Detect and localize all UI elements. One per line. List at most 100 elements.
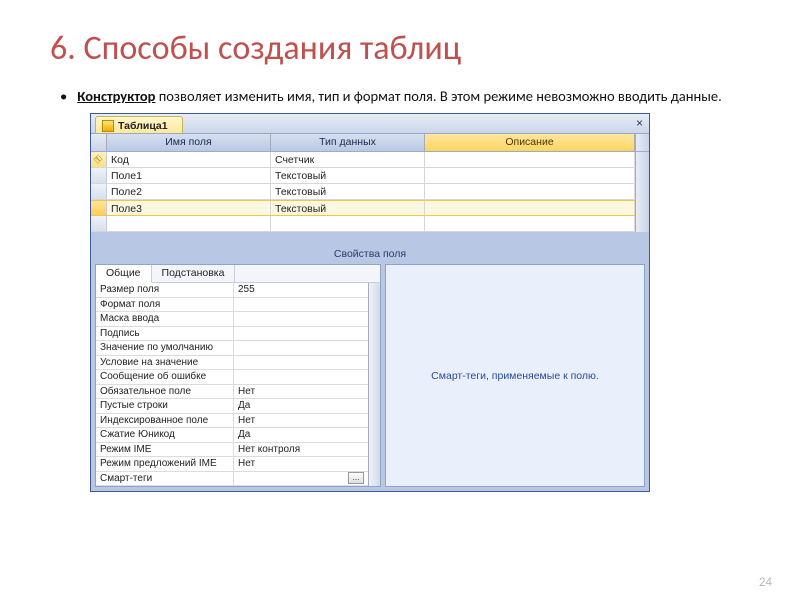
property-name: Режим предложений IME (96, 457, 234, 471)
property-value-text: Нет (238, 386, 255, 397)
grid-scrollbar-head (635, 134, 649, 151)
property-name: Размер поля (96, 283, 234, 297)
property-row[interactable]: Сжатие ЮникодДа (96, 428, 368, 443)
property-value[interactable] (234, 312, 368, 326)
property-value-text: Нет (238, 458, 255, 469)
property-name: Значение по умолчанию (96, 341, 234, 355)
property-row[interactable]: Сообщение об ошибке (96, 370, 368, 385)
property-value-text: Да (238, 400, 250, 411)
properties-caption: Свойства поля (91, 232, 649, 264)
field-name-cell[interactable]: Поле2 (107, 184, 271, 199)
property-row[interactable]: Значение по умолчанию (96, 341, 368, 356)
property-row[interactable]: Условие на значение (96, 356, 368, 371)
property-value[interactable]: ... (234, 472, 368, 486)
property-name: Обязательное поле (96, 385, 234, 399)
property-value[interactable]: Нет (234, 457, 368, 471)
property-name: Подпись (96, 327, 234, 341)
bullet-lead: Конструктор (77, 87, 155, 105)
field-desc-cell[interactable] (425, 201, 635, 215)
table-row[interactable]: ⚿КодСчетчик (91, 152, 635, 168)
table-row[interactable] (91, 216, 635, 232)
field-name-cell[interactable] (107, 216, 271, 231)
field-desc-cell[interactable] (425, 216, 635, 231)
grid-vertical-scrollbar[interactable] (635, 152, 649, 232)
document-tab-bar: Таблица1 × (91, 114, 649, 134)
field-type-cell[interactable]: Текстовый (271, 201, 425, 215)
field-desc-cell[interactable] (425, 184, 635, 199)
table-row[interactable]: Поле3Текстовый (91, 200, 635, 216)
bullet-marker: • (60, 87, 74, 105)
property-row[interactable]: Формат поля (96, 298, 368, 313)
property-row[interactable]: Подпись (96, 327, 368, 342)
property-row[interactable]: Режим IMEНет контроля (96, 443, 368, 458)
property-value[interactable]: Нет (234, 414, 368, 428)
property-value[interactable] (234, 370, 368, 384)
property-name: Пустые строки (96, 399, 234, 413)
primary-key-icon: ⚿ (92, 153, 105, 166)
col-header-name[interactable]: Имя поля (107, 134, 271, 151)
property-value[interactable]: Да (234, 428, 368, 442)
property-value[interactable]: Да (234, 399, 368, 413)
field-type-cell[interactable]: Счетчик (271, 152, 425, 167)
property-value-text: Да (238, 429, 250, 440)
field-design-grid: Имя поля Тип данных Описание ⚿КодСчетчик… (91, 134, 649, 232)
close-icon[interactable]: × (636, 116, 643, 130)
property-value-text: 255 (238, 284, 255, 295)
property-name: Условие на значение (96, 356, 234, 370)
properties-scrollbar[interactable] (368, 283, 380, 486)
property-name: Сообщение об ошибке (96, 370, 234, 384)
field-properties-pane: Общие Подстановка Размер поля 255 Формат п… (91, 264, 649, 491)
property-row[interactable]: Размер поля 255 (96, 283, 368, 298)
bullet-rest: позволяет изменить имя, тип и формат пол… (155, 87, 721, 105)
row-selector[interactable] (91, 216, 107, 231)
property-value[interactable] (234, 298, 368, 312)
row-selector[interactable] (91, 201, 107, 215)
property-hint-panel: Смарт-теги, применяемые к полю. (385, 264, 645, 487)
table-row[interactable]: Поле2Текстовый (91, 184, 635, 200)
row-selector[interactable] (91, 184, 107, 199)
property-value[interactable]: Нет (234, 385, 368, 399)
field-type-cell[interactable]: Текстовый (271, 184, 425, 199)
field-type-cell[interactable] (271, 216, 425, 231)
field-desc-cell[interactable] (425, 152, 635, 167)
property-row[interactable]: Пустые строки Да (96, 399, 368, 414)
property-value[interactable] (234, 356, 368, 370)
table-icon (102, 120, 114, 132)
property-name: Формат поля (96, 298, 234, 312)
field-type-cell[interactable]: Текстовый (271, 168, 425, 183)
field-name-cell[interactable]: Код (107, 152, 271, 167)
grid-header: Имя поля Тип данных Описание (91, 134, 649, 152)
builder-button[interactable]: ... (348, 472, 364, 484)
property-row[interactable]: Маска ввода (96, 312, 368, 327)
field-name-cell[interactable]: Поле1 (107, 168, 271, 183)
property-row[interactable]: Обязательное поле Нет (96, 385, 368, 400)
access-design-window: Таблица1 × Имя поля Тип данных Описание … (90, 113, 650, 492)
row-selector[interactable]: ⚿ (91, 152, 107, 167)
property-value[interactable] (234, 341, 368, 355)
property-row[interactable]: Индексированное поле Нет (96, 414, 368, 429)
property-row[interactable]: Режим предложений IME Нет (96, 457, 368, 472)
property-value[interactable] (234, 327, 368, 341)
slide-bullet: • Конструктор позволяет изменить имя, ти… (0, 69, 800, 113)
field-desc-cell[interactable] (425, 168, 635, 183)
tab-lookup[interactable]: Подстановка (152, 265, 236, 282)
properties-grid: Общие Подстановка Размер поля 255 Формат п… (95, 264, 381, 487)
document-tab[interactable]: Таблица1 (95, 116, 183, 133)
slide-title: 6. Способы создания таблиц (0, 0, 800, 69)
tab-general[interactable]: Общие (96, 265, 152, 283)
row-selector-header (91, 134, 107, 151)
property-name: Маска ввода (96, 312, 234, 326)
row-selector[interactable] (91, 168, 107, 183)
property-value-text: Нет (238, 415, 255, 426)
property-hint-text: Смарт-теги, применяемые к полю. (431, 370, 599, 382)
properties-tabs: Общие Подстановка (96, 265, 380, 283)
property-name: Индексированное поле (96, 414, 234, 428)
property-value-text: Нет контроля (238, 444, 300, 455)
table-row[interactable]: Поле1Текстовый (91, 168, 635, 184)
col-header-description[interactable]: Описание (425, 134, 635, 151)
property-value[interactable]: 255 (234, 283, 368, 297)
col-header-type[interactable]: Тип данных (271, 134, 425, 151)
property-row[interactable]: Смарт-теги... (96, 472, 368, 487)
property-value[interactable]: Нет контроля (234, 443, 368, 457)
field-name-cell[interactable]: Поле3 (107, 201, 271, 215)
